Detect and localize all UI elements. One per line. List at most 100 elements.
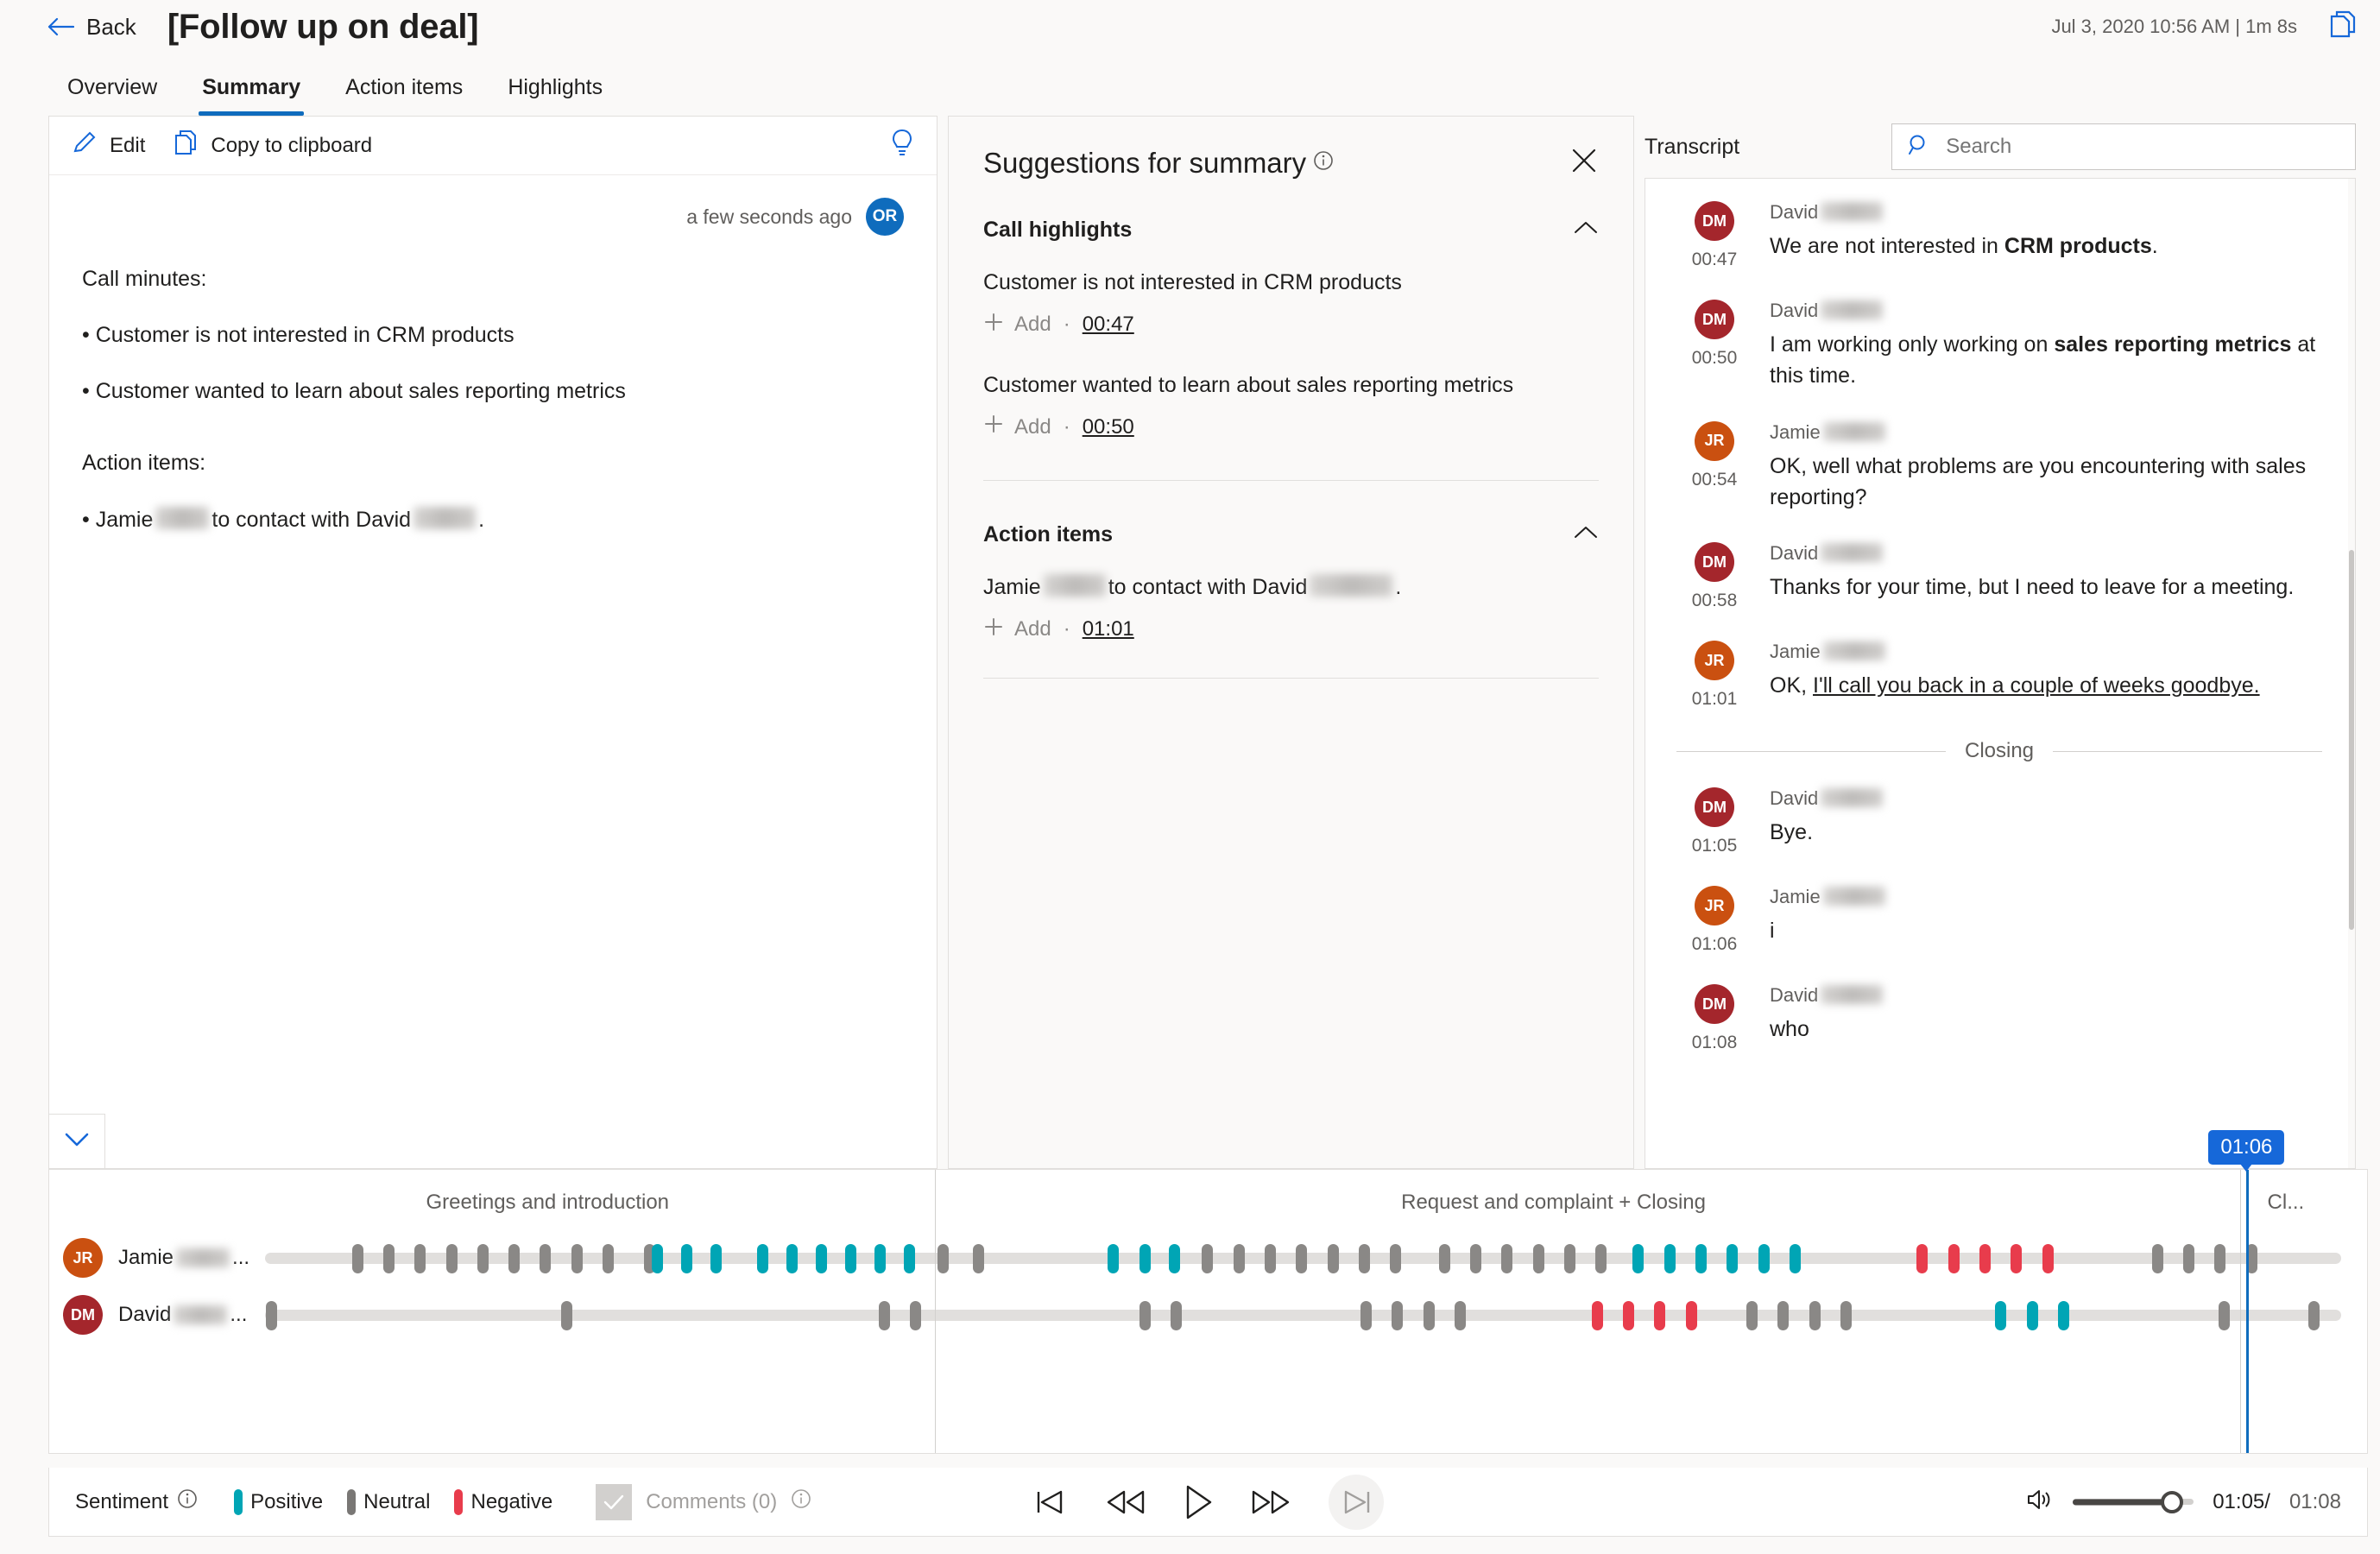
rewind-button[interactable] — [1106, 1487, 1146, 1518]
info-icon[interactable] — [1313, 150, 1334, 175]
playhead[interactable] — [2246, 1170, 2250, 1453]
entry-timestamp[interactable]: 01:06 — [1692, 934, 1738, 955]
entry-timestamp[interactable]: 01:05 — [1692, 836, 1738, 856]
skip-to-start-button[interactable] — [1033, 1487, 1068, 1518]
section-header[interactable]: Action items — [983, 503, 1599, 556]
entry-timestamp[interactable]: 00:47 — [1692, 250, 1738, 270]
transcript-entry[interactable]: DM 00:50 David I am working only working on… — [1676, 300, 2322, 392]
transcript-entry[interactable]: DM 00:47 David We are not interested in CRM… — [1676, 201, 2322, 270]
suggestion-actions: Add · 01:01 — [983, 616, 1599, 643]
add-suggestion-button[interactable]: Add — [983, 312, 1051, 338]
legend-item-neutral: Neutral — [347, 1488, 431, 1515]
timeline-section: Greetings and introduction Request and co… — [0, 1130, 2380, 1468]
check-icon[interactable] — [596, 1483, 633, 1520]
sentiment-tick-positive — [1995, 1301, 2007, 1330]
transcript-entry[interactable]: DM 01:08 David who — [1676, 984, 2322, 1053]
redacted-name — [1821, 985, 1884, 1004]
copy-icon[interactable] — [2330, 10, 2358, 44]
section-title: Call highlights — [983, 218, 1133, 242]
chevron-up-icon[interactable] — [1573, 220, 1599, 240]
tab-highlights[interactable]: Highlights — [489, 66, 622, 116]
sentiment-tick-neutral — [382, 1244, 395, 1273]
pencil-icon — [72, 130, 98, 161]
transcript-divider: Closing — [1676, 739, 2323, 763]
action-item-suffix: . — [478, 508, 485, 532]
transcript-label: Transcript — [1645, 134, 1740, 159]
tab-summary[interactable]: Summary — [183, 66, 319, 116]
entry-timestamp[interactable]: 00:54 — [1692, 470, 1738, 490]
section-header[interactable]: Call highlights — [983, 199, 1599, 251]
add-suggestion-button[interactable]: Add — [983, 414, 1051, 440]
timestamp-link[interactable]: 00:50 — [1083, 415, 1134, 439]
edit-label: Edit — [110, 133, 146, 157]
info-icon[interactable] — [177, 1488, 198, 1515]
slider-knob[interactable] — [2161, 1490, 2183, 1513]
sentiment-tick-neutral — [571, 1244, 583, 1273]
speaker-name: David — [1770, 201, 2322, 224]
transcript-entry[interactable]: JR 00:54 Jamie OK, well what problems are y… — [1676, 420, 2322, 514]
sentiment-tick-neutral — [414, 1244, 426, 1273]
redacted-name — [1822, 887, 1885, 906]
sentiment-bar[interactable] — [265, 1234, 2341, 1282]
transcript-scrollbar[interactable] — [2348, 179, 2355, 1168]
volume-area: 01:05/ 01:08 — [2026, 1488, 2341, 1516]
entry-meta: DM 01:08 — [1676, 984, 1752, 1053]
plus-icon — [983, 616, 1004, 643]
track-name: David... — [118, 1303, 248, 1326]
divider-label: Closing — [1964, 739, 2035, 762]
transcript-entry[interactable]: JR 01:06 Jamie i — [1676, 886, 2322, 955]
close-icon[interactable] — [1569, 146, 1599, 180]
tab-overview[interactable]: Overview — [48, 66, 176, 116]
volume-icon[interactable] — [2026, 1488, 2054, 1516]
entry-timestamp[interactable]: 01:01 — [1692, 689, 1738, 710]
page-title: [Follow up on deal] — [167, 7, 479, 46]
summary-meta: a few seconds ago OR — [82, 198, 904, 236]
entry-body: David I am working only working on sales … — [1770, 300, 2322, 392]
entry-text: who — [1770, 1017, 1809, 1041]
sentiment-bar[interactable] — [265, 1291, 2341, 1339]
back-button[interactable]: Back — [45, 14, 136, 41]
play-button[interactable] — [1184, 1484, 1213, 1520]
entry-timestamp[interactable]: 00:50 — [1692, 348, 1738, 369]
sentiment-tick-neutral — [1360, 1301, 1373, 1330]
info-icon[interactable] — [791, 1488, 811, 1515]
redacted-name — [176, 1248, 230, 1267]
edit-button[interactable]: Edit — [72, 130, 145, 161]
sentiment-tick-neutral — [1139, 1301, 1151, 1330]
copy-to-clipboard-button[interactable]: Copy to clipboard — [174, 130, 372, 161]
fast-forward-button[interactable] — [1251, 1487, 1291, 1518]
transcript-list: DM 00:47 David We are not interested in CRM… — [1645, 179, 2348, 1168]
lightbulb-icon[interactable] — [890, 129, 914, 162]
timestamp-link[interactable]: 00:47 — [1083, 313, 1134, 337]
suggestion-middle: to contact with David — [1108, 575, 1308, 599]
legend-label: Neutral — [363, 1489, 431, 1513]
entry-timestamp[interactable]: 00:58 — [1692, 591, 1738, 611]
collapse-summary-button[interactable] — [48, 1114, 105, 1169]
action-items-heading: Action items: — [82, 451, 206, 475]
speaker-name: Jamie — [1770, 641, 2322, 663]
skip-to-end-button — [1328, 1474, 1384, 1530]
timestamp-link[interactable]: 01:01 — [1083, 617, 1134, 641]
transcript-entry[interactable]: DM 00:58 David Thanks for your time, but I … — [1676, 542, 2322, 611]
transcript-entry[interactable]: JR 01:01 Jamie OK, I'll call you back in a … — [1676, 641, 2322, 710]
scrollbar-thumb[interactable] — [2349, 550, 2354, 930]
add-suggestion-button[interactable]: Add — [983, 616, 1051, 643]
volume-slider[interactable] — [2073, 1490, 2194, 1513]
avatar: JR — [1695, 420, 1734, 461]
comments-toggle[interactable]: Comments (0) — [596, 1483, 811, 1520]
legend-label: Positive — [250, 1489, 324, 1513]
summary-body: a few seconds ago OR Call minutes: • Cus… — [49, 175, 937, 1168]
chevron-up-icon[interactable] — [1573, 525, 1599, 545]
entry-timestamp[interactable]: 01:08 — [1692, 1033, 1738, 1053]
sentiment-tick-neutral — [445, 1244, 458, 1273]
sentiment-legend: Positive Neutral Negative — [234, 1488, 552, 1515]
transcript-panel: DM 00:47 David We are not interested in CRM… — [1645, 178, 2356, 1169]
tab-action-items[interactable]: Action items — [326, 66, 482, 116]
timeline[interactable]: Greetings and introduction Request and co… — [48, 1130, 2368, 1454]
search-input[interactable] — [1944, 134, 2339, 160]
transcript-entry[interactable]: DM 01:05 David Bye. — [1676, 787, 2322, 856]
entry-meta: DM 01:05 — [1676, 787, 1752, 856]
back-label: Back — [86, 13, 136, 40]
separator: · — [1063, 617, 1070, 641]
search-box[interactable] — [1891, 123, 2356, 170]
